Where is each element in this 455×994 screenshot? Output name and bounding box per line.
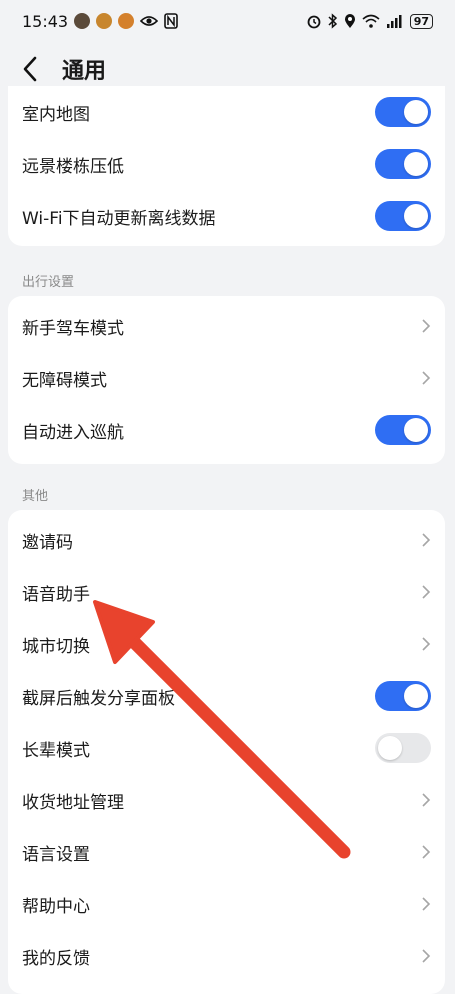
toggle-knob — [404, 100, 428, 124]
alarm-icon — [307, 15, 321, 29]
chevron-right-icon — [421, 636, 431, 652]
bluetooth-icon — [328, 13, 337, 29]
chevron-right-icon — [421, 584, 431, 600]
row-label: 语音助手 — [22, 584, 90, 605]
status-bar: 15:43 97 — [0, 0, 455, 42]
app-icon — [74, 13, 91, 29]
row-label: 城市切换 — [22, 636, 90, 657]
wifi-icon — [362, 14, 380, 28]
chevron-right-icon — [421, 948, 431, 964]
row-label: 新手驾车模式 — [22, 318, 124, 339]
row-city-switch[interactable]: 城市切换 — [8, 618, 445, 670]
row-label: 帮助中心 — [22, 896, 90, 917]
toggle-auto-cruise[interactable] — [375, 415, 431, 445]
map-settings-card: 室内地图 远景楼栋压低 Wi-Fi下自动更新离线数据 — [8, 86, 445, 246]
chevron-right-icon — [421, 370, 431, 386]
app-icon — [118, 13, 135, 29]
chevron-right-icon — [421, 844, 431, 860]
toggle-knob — [404, 684, 428, 708]
chevron-right-icon — [421, 318, 431, 334]
section-title-travel: 出行设置 — [22, 275, 75, 290]
row-distant-buildings-lower[interactable]: 远景楼栋压低 — [8, 138, 445, 190]
row-label: 语言设置 — [22, 844, 90, 865]
row-my-feedback[interactable]: 我的反馈 — [8, 930, 445, 982]
toggle-elder-mode[interactable] — [375, 733, 431, 763]
row-label: 截屏后触发分享面板 — [22, 688, 175, 709]
row-label: 自动进入巡航 — [22, 422, 124, 443]
toggle-knob — [378, 736, 402, 760]
eye-icon — [140, 16, 159, 26]
row-language-settings[interactable]: 语言设置 — [8, 826, 445, 878]
row-screenshot-share-panel[interactable]: 截屏后触发分享面板 — [8, 670, 445, 722]
toggle-indoor-map[interactable] — [375, 97, 431, 127]
row-label: Wi-Fi下自动更新离线数据 — [22, 208, 216, 229]
row-auto-cruise[interactable]: 自动进入巡航 — [8, 404, 445, 456]
row-elder-mode[interactable]: 长辈模式 — [8, 722, 445, 774]
toggle-distant-buildings[interactable] — [375, 149, 431, 179]
row-label: 长辈模式 — [22, 740, 90, 761]
toggle-wifi-offline-update[interactable] — [375, 201, 431, 231]
section-title-other: 其他 — [22, 489, 49, 504]
chevron-right-icon — [421, 532, 431, 548]
row-voice-assistant[interactable]: 语音助手 — [8, 566, 445, 618]
row-indoor-map[interactable]: 室内地图 — [8, 86, 445, 138]
row-label: 室内地图 — [22, 104, 90, 125]
row-wifi-offline-update[interactable]: Wi-Fi下自动更新离线数据 — [8, 190, 445, 242]
chevron-right-icon — [421, 792, 431, 808]
status-bar-right: 97 — [306, 13, 433, 29]
battery-icon: 97 — [409, 13, 433, 29]
back-icon[interactable] — [22, 56, 48, 82]
status-time: 15:43 — [22, 11, 69, 31]
travel-settings-card: 新手驾车模式 无障碍模式 自动进入巡航 — [8, 296, 445, 464]
other-settings-card: 邀请码 语音助手 城市切换 截屏后触发分享面板 长辈模式 收货地址管理 语言设置… — [8, 510, 445, 994]
row-label: 无障碍模式 — [22, 370, 107, 391]
toggle-knob — [404, 418, 428, 442]
signal-icon — [386, 15, 402, 28]
location-icon — [344, 14, 355, 28]
row-delivery-address[interactable]: 收货地址管理 — [8, 774, 445, 826]
row-label: 邀请码 — [22, 532, 73, 553]
app-icon — [96, 13, 113, 29]
toggle-screenshot-share[interactable] — [375, 681, 431, 711]
row-novice-driving-mode[interactable]: 新手驾车模式 — [8, 300, 445, 352]
row-label: 我的反馈 — [22, 948, 90, 969]
page-title: 通用 — [62, 59, 107, 84]
row-invite-code[interactable]: 邀请码 — [8, 514, 445, 566]
row-help-center[interactable]: 帮助中心 — [8, 878, 445, 930]
toggle-knob — [404, 204, 428, 228]
toggle-knob — [404, 152, 428, 176]
row-label: 远景楼栋压低 — [22, 156, 124, 177]
row-accessibility-mode[interactable]: 无障碍模式 — [8, 352, 445, 404]
row-label: 收货地址管理 — [22, 792, 124, 813]
chevron-right-icon — [421, 896, 431, 912]
nfc-icon — [164, 13, 178, 29]
status-bar-left: 15:43 — [22, 12, 178, 31]
